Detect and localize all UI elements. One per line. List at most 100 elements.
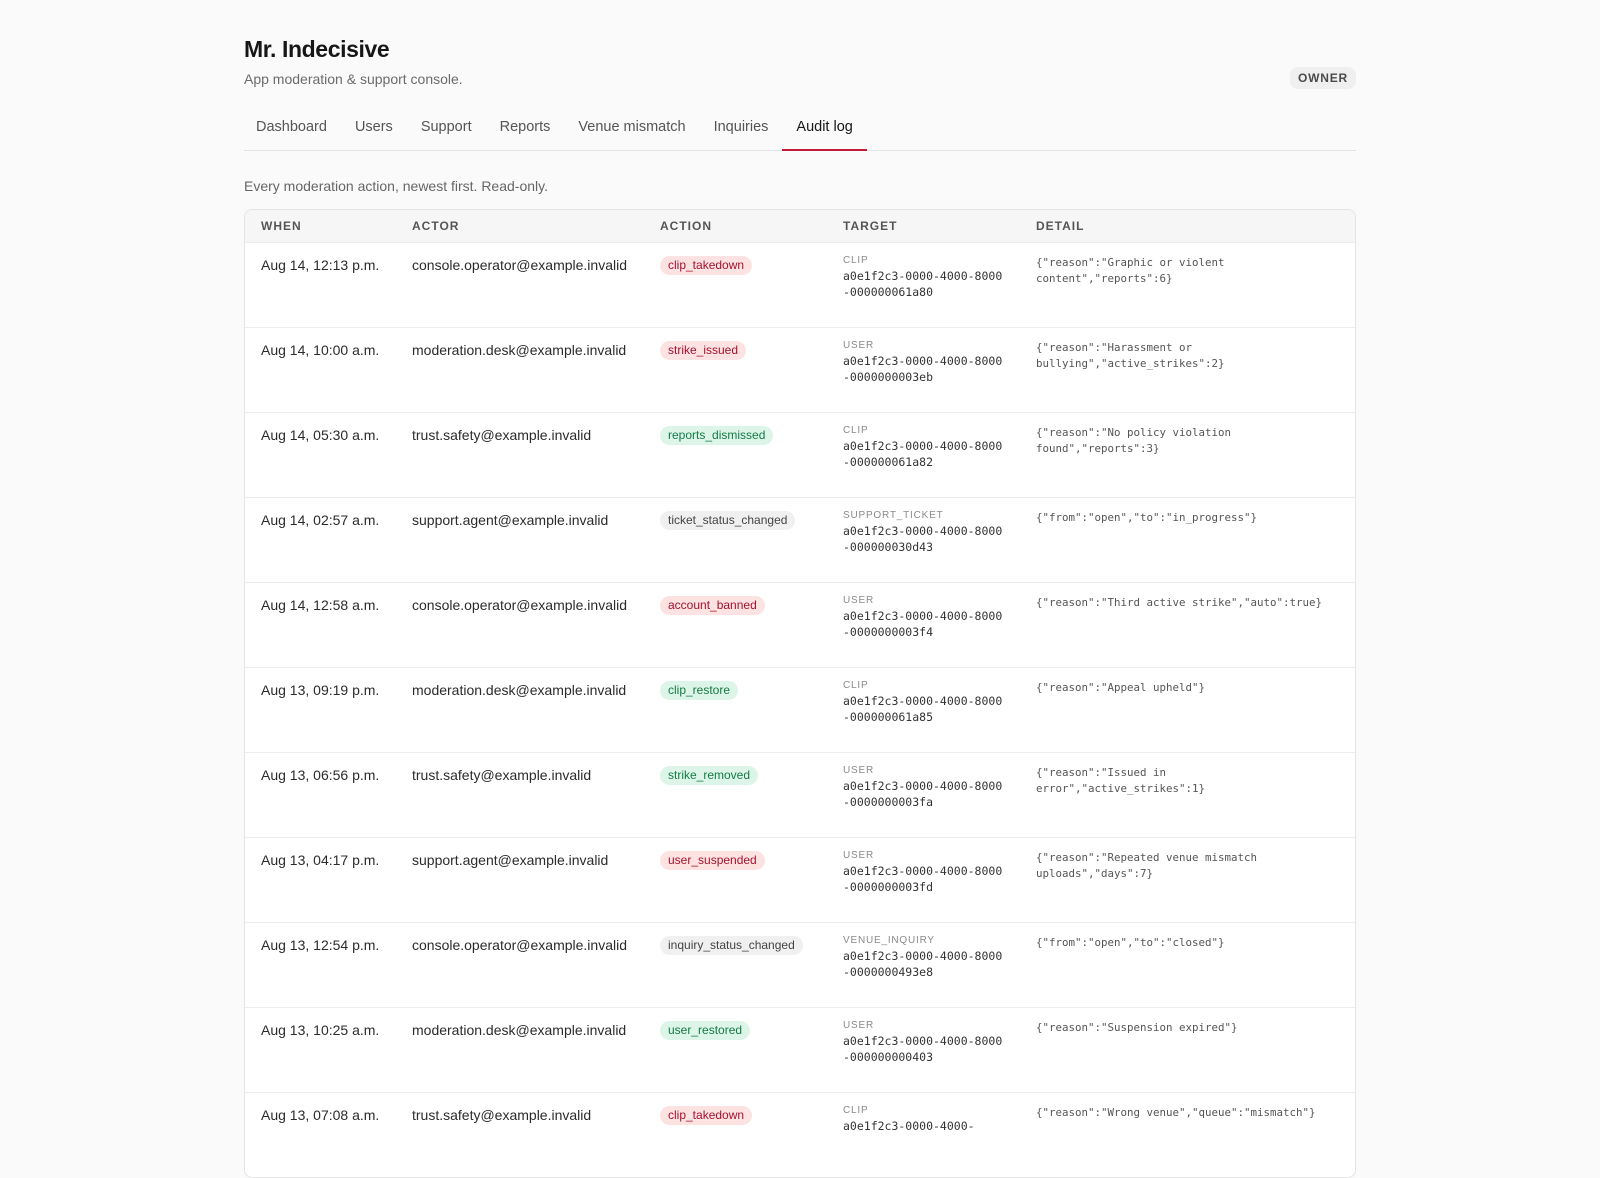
target-id: a0e1f2c3-0000-4000-8000-0000000003fa [843,779,1003,809]
cell-action: reports_dismissed [644,412,827,498]
cell-when: Aug 14, 05:30 a.m. [245,412,396,498]
tab-inquiries[interactable]: Inquiries [700,113,783,150]
target-type: SUPPORT_TICKET [843,510,944,521]
table-row: Aug 14, 12:13 p.m. console.operator@examp… [245,242,1355,328]
cell-detail: {"reason":"Harassment or bullying","acti… [1020,327,1355,413]
target-type: CLIP [843,425,869,436]
cell-action: user_restored [644,1007,827,1093]
cell-action: clip_takedown [644,242,827,328]
table-row: Aug 14, 02:57 a.m. support.agent@example.… [245,497,1355,583]
action-badge: user_restored [660,1021,751,1040]
action-badge: strike_issued [660,341,747,360]
audit-table-body: Aug 14, 12:13 p.m. console.operator@examp… [245,242,1355,1177]
cell-actor: console.operator@example.invalid [396,582,644,668]
cell-detail: {"reason":"Third active strike","auto":t… [1020,582,1355,668]
column-header-when: WHEN [245,210,396,243]
target-type: CLIP [843,680,869,691]
cell-target: SUPPORT_TICKET a0e1f2c3-0000-4000-8000-00… [827,497,1020,583]
audit-table-card: WHEN ACTOR ACTION TARGET DETAIL Aug 14, … [244,209,1356,1178]
action-badge: clip_takedown [660,256,753,275]
cell-detail: {"from":"open","to":"in_progress"} [1020,497,1355,583]
table-row: Aug 14, 05:30 a.m. trust.safety@example.i… [245,412,1355,498]
action-badge: clip_restore [660,681,739,700]
cell-actor: console.operator@example.invalid [396,922,644,1008]
tab-venue-mismatch[interactable]: Venue mismatch [564,113,699,150]
cell-detail: {"reason":"Suspension expired"} [1020,1007,1355,1093]
page-header: Mr. Indecisive App moderation & support … [244,0,1356,89]
cell-when: Aug 13, 04:17 p.m. [245,837,396,923]
tab-audit-log[interactable]: Audit log [782,113,868,151]
tab-reports[interactable]: Reports [486,113,565,150]
cell-detail: {"reason":"Issued in error","active_stri… [1020,752,1355,838]
cell-actor: support.agent@example.invalid [396,497,644,583]
cell-when: Aug 13, 06:56 p.m. [245,752,396,838]
action-badge: reports_dismissed [660,426,774,445]
target-id: a0e1f2c3-0000-4000-8000-0000000003f4 [843,609,1003,639]
cell-when: Aug 14, 12:58 a.m. [245,582,396,668]
cell-detail: {"from":"open","to":"closed"} [1020,922,1355,1008]
cell-detail: {"reason":"Graphic or violent content","… [1020,242,1355,328]
table-row: Aug 13, 06:56 p.m. trust.safety@example.i… [245,752,1355,838]
cell-action: strike_removed [644,752,827,838]
cell-actor: console.operator@example.invalid [396,242,644,328]
action-badge: inquiry_status_changed [660,936,803,955]
cell-when: Aug 14, 12:13 p.m. [245,242,396,328]
cell-target: CLIP a0e1f2c3-0000-4000-8000-000000061a80 [827,242,1020,328]
target-type: CLIP [843,255,869,266]
cell-actor: trust.safety@example.invalid [396,412,644,498]
cell-target: USER a0e1f2c3-0000-4000-8000-0000000003eb [827,327,1020,413]
target-type: VENUE_INQUIRY [843,935,935,946]
cell-target: VENUE_INQUIRY a0e1f2c3-0000-4000-8000-000… [827,922,1020,1008]
target-id: a0e1f2c3-0000-4000-8000-000000061a85 [843,694,1003,724]
cell-when: Aug 14, 02:57 a.m. [245,497,396,583]
cell-when: Aug 14, 10:00 a.m. [245,327,396,413]
target-id: a0e1f2c3-0000-4000-8000-000000000403 [843,1034,1003,1064]
cell-target: USER a0e1f2c3-0000-4000-8000-0000000003f4 [827,582,1020,668]
cell-detail: {"reason":"Appeal upheld"} [1020,667,1355,753]
cell-action: account_banned [644,582,827,668]
action-badge: strike_removed [660,766,759,785]
table-row: Aug 13, 12:54 p.m. console.operator@examp… [245,922,1355,1008]
target-id: a0e1f2c3-0000-4000-8000-0000000003eb [843,354,1003,384]
cell-target: USER a0e1f2c3-0000-4000-8000-0000000003fd [827,837,1020,923]
cell-actor: support.agent@example.invalid [396,837,644,923]
target-id: a0e1f2c3-0000-4000- [843,1119,975,1133]
cell-actor: trust.safety@example.invalid [396,752,644,838]
target-type: CLIP [843,1105,869,1116]
role-badge: OWNER [1290,67,1356,89]
action-badge: ticket_status_changed [660,511,796,530]
cell-action: inquiry_status_changed [644,922,827,1008]
target-type: USER [843,595,874,606]
cell-actor: moderation.desk@example.invalid [396,1007,644,1093]
cell-target: CLIP a0e1f2c3-0000-4000-8000-000000061a85 [827,667,1020,753]
table-row: Aug 13, 09:19 p.m. moderation.desk@exampl… [245,667,1355,753]
action-badge: clip_takedown [660,1106,753,1125]
tab-users[interactable]: Users [341,113,407,150]
tab-support[interactable]: Support [407,113,486,150]
target-id: a0e1f2c3-0000-4000-8000-000000030d43 [843,524,1003,554]
cell-detail: {"reason":"No policy violation found","r… [1020,412,1355,498]
tab-dashboard[interactable]: Dashboard [244,113,341,150]
cell-action: clip_takedown [644,1092,827,1177]
target-type: USER [843,850,874,861]
target-type: USER [843,765,874,776]
cell-actor: moderation.desk@example.invalid [396,327,644,413]
page-container: Mr. Indecisive App moderation & support … [244,0,1356,1178]
target-type: USER [843,1020,874,1031]
cell-target: CLIP a0e1f2c3-0000-4000-8000-000000061a82 [827,412,1020,498]
table-row: Aug 13, 07:08 a.m. trust.safety@example.i… [245,1092,1355,1177]
cell-when: Aug 13, 09:19 p.m. [245,667,396,753]
cell-when: Aug 13, 07:08 a.m. [245,1092,396,1177]
cell-action: strike_issued [644,327,827,413]
table-row: Aug 14, 12:58 a.m. console.operator@examp… [245,582,1355,668]
cell-target: USER a0e1f2c3-0000-4000-8000-0000000003fa [827,752,1020,838]
tab-bar: Dashboard Users Support Reports Venue mismat… [244,113,1356,151]
column-header-action: ACTION [644,210,827,243]
audit-table: WHEN ACTOR ACTION TARGET DETAIL Aug 14, … [245,210,1355,1177]
column-header-actor: ACTOR [396,210,644,243]
cell-action: ticket_status_changed [644,497,827,583]
cell-action: user_suspended [644,837,827,923]
target-id: a0e1f2c3-0000-4000-8000-000000061a80 [843,269,1003,299]
cell-detail: {"reason":"Wrong venue","queue":"mismatc… [1020,1092,1355,1177]
target-id: a0e1f2c3-0000-4000-8000-0000000003fd [843,864,1003,894]
